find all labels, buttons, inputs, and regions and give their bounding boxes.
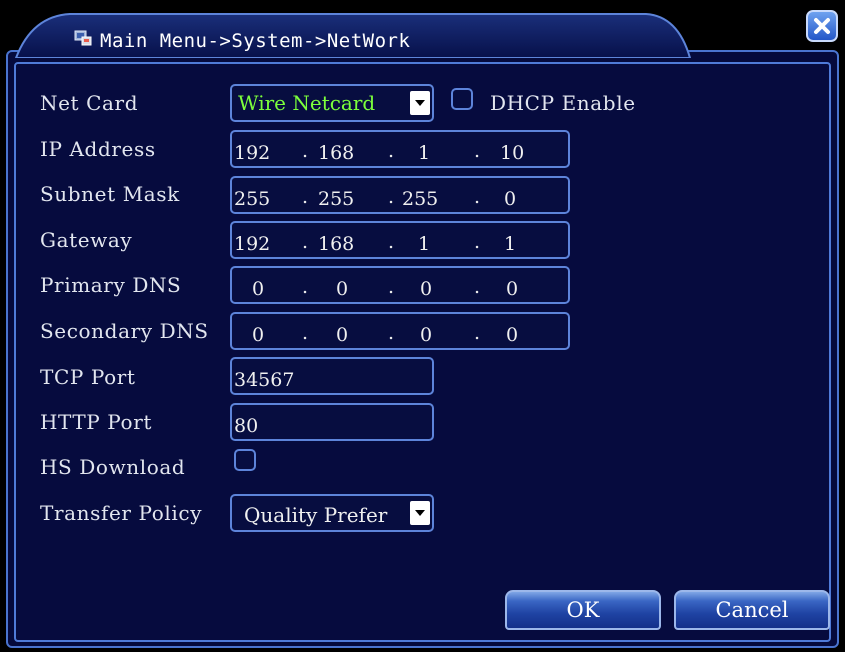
subnet-mask-label: Subnet Mask xyxy=(40,182,180,206)
primary-dns-octet-1[interactable]: 0 xyxy=(252,278,264,300)
secondary-dns-octet-1[interactable]: 0 xyxy=(252,324,264,346)
subnet-dot: . xyxy=(388,186,395,208)
transfer-policy-select[interactable]: Quality Prefer xyxy=(230,494,434,532)
secondary-dns-dot: . xyxy=(388,322,395,344)
ip-dot: . xyxy=(388,140,395,162)
dhcp-enable-checkbox[interactable] xyxy=(451,88,473,110)
hs-download-checkbox[interactable] xyxy=(234,449,256,471)
secondary-dns-label: Secondary DNS xyxy=(40,319,209,343)
gateway-field[interactable]: 192 . 168 . 1 . 1 xyxy=(230,221,570,259)
ip-octet-4[interactable]: 10 xyxy=(500,142,524,164)
gateway-dot: . xyxy=(388,231,395,253)
cancel-button[interactable]: Cancel xyxy=(674,590,830,630)
primary-dns-dot: . xyxy=(474,276,481,298)
subnet-octet-3[interactable]: 255 xyxy=(402,188,438,210)
transfer-policy-value: Quality Prefer xyxy=(244,503,388,527)
ip-dot: . xyxy=(474,140,481,162)
subnet-dot: . xyxy=(474,186,481,208)
secondary-dns-octet-3[interactable]: 0 xyxy=(420,324,432,346)
gateway-dot: . xyxy=(302,231,309,253)
tcp-port-value: 34567 xyxy=(234,369,295,391)
title-bar: Main Menu->System->NetWork xyxy=(10,10,838,58)
secondary-dns-octet-4[interactable]: 0 xyxy=(506,324,518,346)
transfer-policy-value-clip: Quality Prefer xyxy=(244,496,408,530)
secondary-dns-dot: . xyxy=(474,322,481,344)
http-port-label: HTTP Port xyxy=(40,410,152,434)
http-port-input[interactable]: 80 xyxy=(230,403,434,441)
subnet-dot: . xyxy=(302,186,309,208)
dropdown-arrow-icon xyxy=(410,91,430,115)
subnet-mask-field[interactable]: 255 . 255 . 255 . 0 xyxy=(230,176,570,214)
ip-octet-1[interactable]: 192 xyxy=(234,142,270,164)
network-icon xyxy=(74,30,92,46)
primary-dns-dot: . xyxy=(302,276,309,298)
ok-button[interactable]: OK xyxy=(505,590,661,630)
transfer-policy-label: Transfer Policy xyxy=(40,501,203,525)
gateway-octet-1[interactable]: 192 xyxy=(234,233,270,255)
subnet-octet-1[interactable]: 255 xyxy=(234,188,270,210)
tcp-port-input[interactable]: 34567 xyxy=(230,357,434,395)
secondary-dns-field[interactable]: 0 . 0 . 0 . 0 xyxy=(230,312,570,350)
ip-address-field[interactable]: 192 . 168 . 1 . 10 xyxy=(230,130,570,168)
secondary-dns-octet-2[interactable]: 0 xyxy=(336,324,348,346)
ip-octet-3[interactable]: 1 xyxy=(418,142,430,164)
ip-dot: . xyxy=(302,140,309,162)
gateway-octet-3[interactable]: 1 xyxy=(418,233,430,255)
window-title: Main Menu->System->NetWork xyxy=(100,30,411,52)
subnet-octet-2[interactable]: 255 xyxy=(318,188,354,210)
primary-dns-label: Primary DNS xyxy=(40,273,182,297)
primary-dns-field[interactable]: 0 . 0 . 0 . 0 xyxy=(230,266,570,304)
gateway-octet-4[interactable]: 1 xyxy=(504,233,516,255)
net-card-value: Wire Netcard xyxy=(238,91,376,115)
close-icon xyxy=(814,18,830,34)
http-port-value: 80 xyxy=(234,415,259,437)
ip-octet-2[interactable]: 168 xyxy=(318,142,354,164)
net-card-select[interactable]: Wire Netcard xyxy=(230,84,434,122)
ip-address-label: IP Address xyxy=(40,137,156,161)
gateway-octet-2[interactable]: 168 xyxy=(318,233,354,255)
primary-dns-dot: . xyxy=(388,276,395,298)
primary-dns-octet-3[interactable]: 0 xyxy=(420,278,432,300)
tcp-port-label: TCP Port xyxy=(40,365,136,389)
net-card-label: Net Card xyxy=(40,91,139,115)
primary-dns-octet-4[interactable]: 0 xyxy=(506,278,518,300)
dhcp-enable-label: DHCP Enable xyxy=(490,91,636,115)
dropdown-arrow-icon xyxy=(410,501,430,525)
gateway-label: Gateway xyxy=(40,228,133,252)
subnet-octet-4[interactable]: 0 xyxy=(504,188,516,210)
primary-dns-octet-2[interactable]: 0 xyxy=(336,278,348,300)
close-button[interactable] xyxy=(806,10,838,42)
hs-download-label: HS Download xyxy=(40,455,186,479)
gateway-dot: . xyxy=(474,231,481,253)
secondary-dns-dot: . xyxy=(302,322,309,344)
